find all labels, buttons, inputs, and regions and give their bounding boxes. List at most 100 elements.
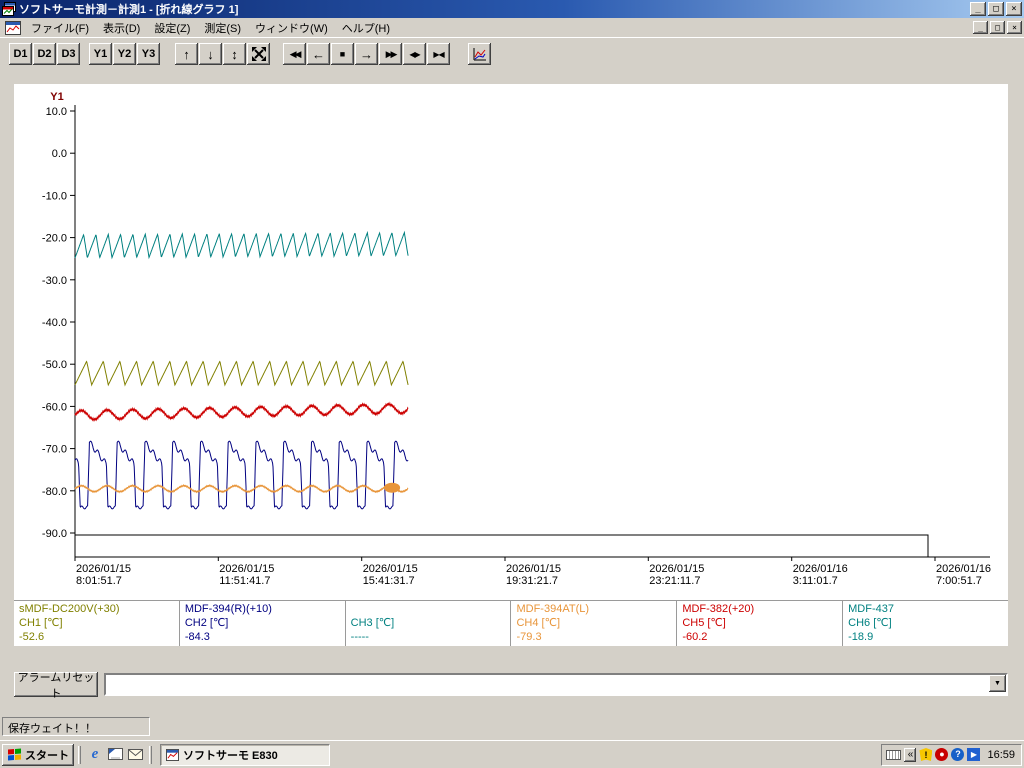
y-tick-label: 0.0: [52, 148, 67, 160]
menu-measure[interactable]: 測定(S): [197, 17, 248, 39]
scroll-up-button[interactable]: ↑: [175, 43, 198, 65]
update-tray-icon[interactable]: ?: [951, 748, 965, 761]
legend-cell-ch3: CH3 [℃] -----: [344, 601, 511, 646]
legend-value: -18.9: [848, 631, 874, 643]
series-alarm-marker: [384, 482, 401, 493]
y-tick-label: -10.0: [42, 190, 67, 202]
show-desktop-icon[interactable]: [105, 745, 125, 765]
mail-icon[interactable]: [125, 745, 145, 765]
expand-scale-button[interactable]: ◀▶: [403, 43, 426, 65]
compress-scale-button[interactable]: ▶◀: [427, 43, 450, 65]
taskband-handle[interactable]: [149, 745, 152, 764]
legend-series-name: MDF-382(+20): [682, 603, 755, 615]
alarm-combo-input[interactable]: [106, 675, 989, 694]
security-shield-icon[interactable]: !: [919, 748, 933, 761]
taskbar-clock: 16:59: [987, 748, 1015, 761]
x-tick-date: 2026/01/15: [76, 563, 131, 575]
stop-button[interactable]: ■: [331, 43, 354, 65]
keyboard-layout-icon[interactable]: [886, 749, 902, 760]
d2-button[interactable]: D2: [33, 43, 56, 65]
x-tick-date: 2026/01/15: [219, 563, 274, 575]
toolbar: D1 D2 D3 Y1 Y2 Y3 ↑ ↓ ↕ ◀◀ ← ■ → ▶▶ ◀▶ ▶…: [0, 37, 1024, 72]
scroll-down-button[interactable]: ↓: [199, 43, 222, 65]
legend-series-name: MDF-394AT(L): [516, 603, 590, 615]
status-message: 保存ウェイト！！: [2, 717, 150, 736]
legend-cell-ch2: MDF-394(R)(+10) CH2 [℃] -84.3: [178, 601, 345, 646]
menu-window[interactable]: ウィンドウ(W): [248, 17, 335, 39]
window-title: ソフトサーモ計測－計測1 - [折れ線グラフ 1]: [19, 4, 239, 16]
jump-end-button[interactable]: ▶▶: [379, 43, 402, 65]
play-tray-icon[interactable]: ▶: [967, 748, 981, 761]
application-window: ソフトサーモ計測－計測1 - [折れ線グラフ 1] _ □ × ファイル(F) …: [0, 0, 1024, 768]
y1-button[interactable]: Y1: [89, 43, 112, 65]
double-right-icon: ▶▶: [385, 48, 398, 59]
line-graph-icon: [473, 47, 486, 60]
fit-all-button[interactable]: [247, 43, 270, 65]
series-ch2: [74, 440, 409, 510]
d1-button[interactable]: D1: [9, 43, 32, 65]
down-arrow-icon: ↓: [207, 46, 214, 62]
legend-value: -52.6: [19, 631, 45, 643]
legend-series-name: [351, 602, 506, 616]
legend-value: -----: [350, 631, 369, 643]
double-left-icon: ◀◀: [289, 48, 302, 59]
collapse-chevron-icon[interactable]: «: [904, 747, 917, 762]
legend-cell-ch4: MDF-394AT(L) CH4 [℃] -79.3: [510, 601, 676, 646]
legend-series-name: MDF-394(R)(+10): [184, 603, 272, 615]
legend-channel: CH2 [℃]: [184, 617, 229, 629]
time-range-box[interactable]: [74, 534, 929, 558]
x-tick-time: 23:21:11.7: [649, 575, 700, 587]
jump-start-button[interactable]: ◀◀: [283, 43, 306, 65]
line-graph-button[interactable]: [468, 43, 491, 65]
y2-button[interactable]: Y2: [113, 43, 136, 65]
legend-series-name: MDF-437: [848, 603, 894, 615]
mdi-close-button[interactable]: ×: [1007, 21, 1022, 34]
y-tick-label: -60.0: [42, 401, 67, 413]
x-tick-time: 15:41:31.7: [363, 575, 415, 587]
alarm-reset-button[interactable]: アラームリセット: [14, 672, 98, 700]
taskbar: スタート e ソフトサーモ E830 « ! ● ? ▶ 16:59: [0, 740, 1024, 768]
minimize-button[interactable]: _: [970, 2, 986, 16]
outward-arrows-icon: ◀▶: [409, 49, 420, 59]
up-down-arrow-icon: ↕: [231, 46, 238, 62]
restore-button[interactable]: □: [988, 2, 1004, 16]
quick-launch-handle[interactable]: [78, 745, 81, 764]
legend-series-name: sMDF-DC200V(+30): [19, 603, 120, 615]
mdi-restore-button[interactable]: □: [990, 21, 1005, 34]
menu-settings[interactable]: 設定(Z): [147, 17, 197, 39]
task-app-icon: [166, 748, 179, 761]
y3-button[interactable]: Y3: [137, 43, 160, 65]
combo-dropdown-button[interactable]: ▼: [989, 675, 1006, 692]
mdi-minimize-button[interactable]: _: [973, 21, 988, 34]
start-button[interactable]: スタート: [2, 743, 74, 766]
task-button-softthermo[interactable]: ソフトサーモ E830: [160, 743, 330, 766]
legend-channel: CH5 [℃]: [682, 617, 726, 629]
menu-bar: ファイル(F) 表示(D) 設定(Z) 測定(S) ウィンドウ(W) ヘルプ(H…: [0, 18, 1024, 37]
line-chart[interactable]: Y1 10.0 0.0 -10.0 -20.0 -30.0 -40.0 -50.0 -60.0 -…: [14, 84, 1008, 600]
x-tick-date: 2026/01/15: [649, 563, 704, 575]
d3-button[interactable]: D3: [57, 43, 80, 65]
legend-value: -79.3: [516, 631, 542, 643]
system-tray: « ! ● ? ▶ 16:59: [881, 743, 1022, 766]
app-icon[interactable]: [2, 2, 16, 16]
status-bar: 保存ウェイト！！: [0, 713, 1024, 740]
series-ch1: [74, 360, 409, 387]
menu-view[interactable]: 表示(D): [96, 17, 147, 39]
y-tick-label: -20.0: [42, 233, 67, 245]
series-ch6: [74, 230, 409, 260]
legend-cell-ch6: MDF-437 CH6 [℃] -18.9: [842, 601, 1008, 646]
step-back-button[interactable]: ←: [307, 43, 330, 65]
alert-tray-icon[interactable]: ●: [935, 748, 949, 761]
title-bar: ソフトサーモ計測－計測1 - [折れ線グラフ 1] _ □ ×: [0, 0, 1024, 18]
internet-explorer-icon[interactable]: e: [85, 745, 105, 765]
fit-vertical-button[interactable]: ↕: [223, 43, 246, 65]
left-arrow-icon: ←: [312, 46, 325, 62]
close-button[interactable]: ×: [1006, 2, 1022, 16]
y-axis-title: Y1: [50, 91, 63, 103]
mdi-child-icon[interactable]: [5, 20, 21, 35]
menu-help[interactable]: ヘルプ(H): [335, 17, 397, 39]
step-forward-button[interactable]: →: [355, 43, 378, 65]
x-tick-date: 2026/01/16: [936, 563, 991, 575]
crossed-arrows-icon: [251, 47, 266, 61]
menu-file[interactable]: ファイル(F): [24, 17, 96, 39]
